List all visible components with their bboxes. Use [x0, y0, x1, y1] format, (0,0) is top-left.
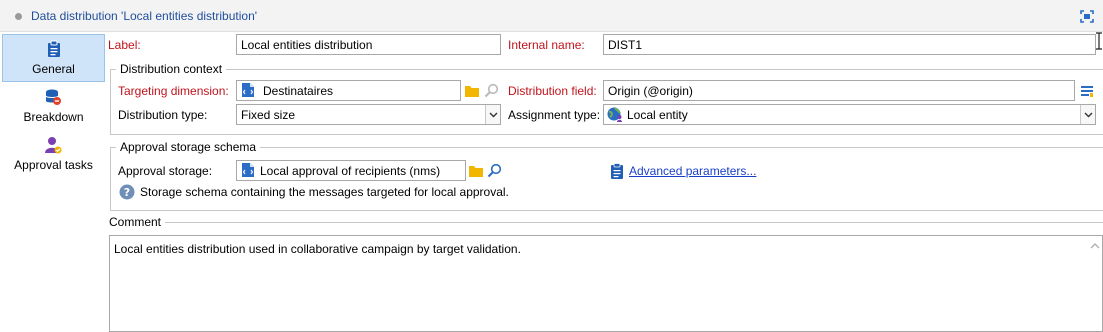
distribution-type-select[interactable]: Fixed size	[236, 104, 501, 125]
schema-icon	[242, 163, 254, 177]
chevron-down-icon[interactable]	[1080, 105, 1095, 124]
help-icon: ?	[119, 184, 135, 200]
database-icon	[45, 89, 61, 105]
assignment-type-select[interactable]: Local entity	[603, 104, 1096, 125]
label-field[interactable]: Local entities distribution	[236, 34, 501, 55]
svg-text:?: ?	[124, 186, 130, 199]
targeting-dimension-caption: Targeting dimension:	[118, 84, 229, 98]
approval-storage-title: Approval storage schema	[116, 140, 261, 154]
distribution-context-group: Distribution context	[110, 62, 1103, 76]
sidebar-item-breakdown[interactable]: Breakdown	[2, 83, 105, 131]
distribution-type-value: Fixed size	[241, 108, 296, 122]
internal-name-caption: Internal name:	[508, 38, 585, 52]
storage-help-text: Storage schema containing the messages t…	[140, 185, 509, 199]
globe-user-icon	[607, 107, 622, 122]
general-panel: Label: Local entities distribution Inter…	[107, 33, 1103, 332]
search-icon[interactable]	[484, 83, 500, 99]
approval-storage-field[interactable]: Local approval of recipients (nms)	[236, 160, 466, 181]
title-bullet-icon	[15, 13, 22, 20]
chevron-down-icon[interactable]	[485, 105, 500, 124]
sidebar-item-label: General	[32, 62, 75, 76]
folder-icon[interactable]	[468, 163, 484, 179]
distribution-field-field[interactable]: Origin (@origin)	[603, 80, 1075, 101]
folder-icon[interactable]	[464, 83, 480, 99]
distribution-field-caption: Distribution field:	[508, 84, 597, 98]
window-titlebar: Data distribution 'Local entities distri…	[0, 0, 1103, 32]
approval-storage-value: Local approval of recipients (nms)	[260, 164, 441, 178]
internal-name-field[interactable]: DIST1	[603, 34, 1096, 55]
clipboard-icon	[611, 163, 623, 179]
group-border	[110, 210, 1103, 211]
sidebar-item-approval-tasks[interactable]: Approval tasks	[2, 131, 105, 179]
sidebar-item-label: Breakdown	[23, 110, 84, 124]
distribution-context-title: Distribution context	[116, 62, 227, 76]
group-border	[110, 69, 111, 134]
window-title: Data distribution 'Local entities distri…	[31, 9, 258, 23]
search-icon[interactable]	[487, 163, 503, 179]
assignment-type-value: Local entity	[627, 108, 688, 122]
group-border	[110, 147, 111, 210]
comment-separator	[165, 222, 1103, 223]
edit-expression-icon[interactable]	[1079, 83, 1095, 99]
user-check-icon	[45, 137, 62, 154]
schema-icon	[242, 83, 254, 97]
sidebar: General Breakdown Approval tasks	[0, 33, 107, 332]
maximize-icon[interactable]	[1080, 10, 1094, 23]
distribution-type-caption: Distribution type:	[118, 108, 208, 122]
assignment-type-caption: Assignment type:	[508, 108, 601, 122]
approval-storage-group: Approval storage schema	[110, 140, 1103, 154]
scroll-up-icon[interactable]	[1090, 242, 1100, 250]
targeting-dimension-field[interactable]: Destinataires	[236, 80, 461, 101]
clipboard-icon	[48, 40, 60, 57]
targeting-dimension-value: Destinataires	[263, 84, 334, 98]
label-caption: Label:	[108, 38, 141, 52]
comment-title: Comment	[109, 215, 162, 229]
text-cursor-icon	[1096, 32, 1102, 50]
sidebar-item-general[interactable]: General	[2, 34, 105, 82]
advanced-parameters-link[interactable]: Advanced parameters...	[629, 164, 756, 178]
approval-storage-caption: Approval storage:	[118, 164, 213, 178]
comment-textarea[interactable]: Local entities distribution used in coll…	[109, 235, 1103, 332]
sidebar-item-label: Approval tasks	[14, 158, 93, 172]
comment-text: Local entities distribution used in coll…	[114, 242, 521, 256]
group-border	[110, 134, 1103, 135]
